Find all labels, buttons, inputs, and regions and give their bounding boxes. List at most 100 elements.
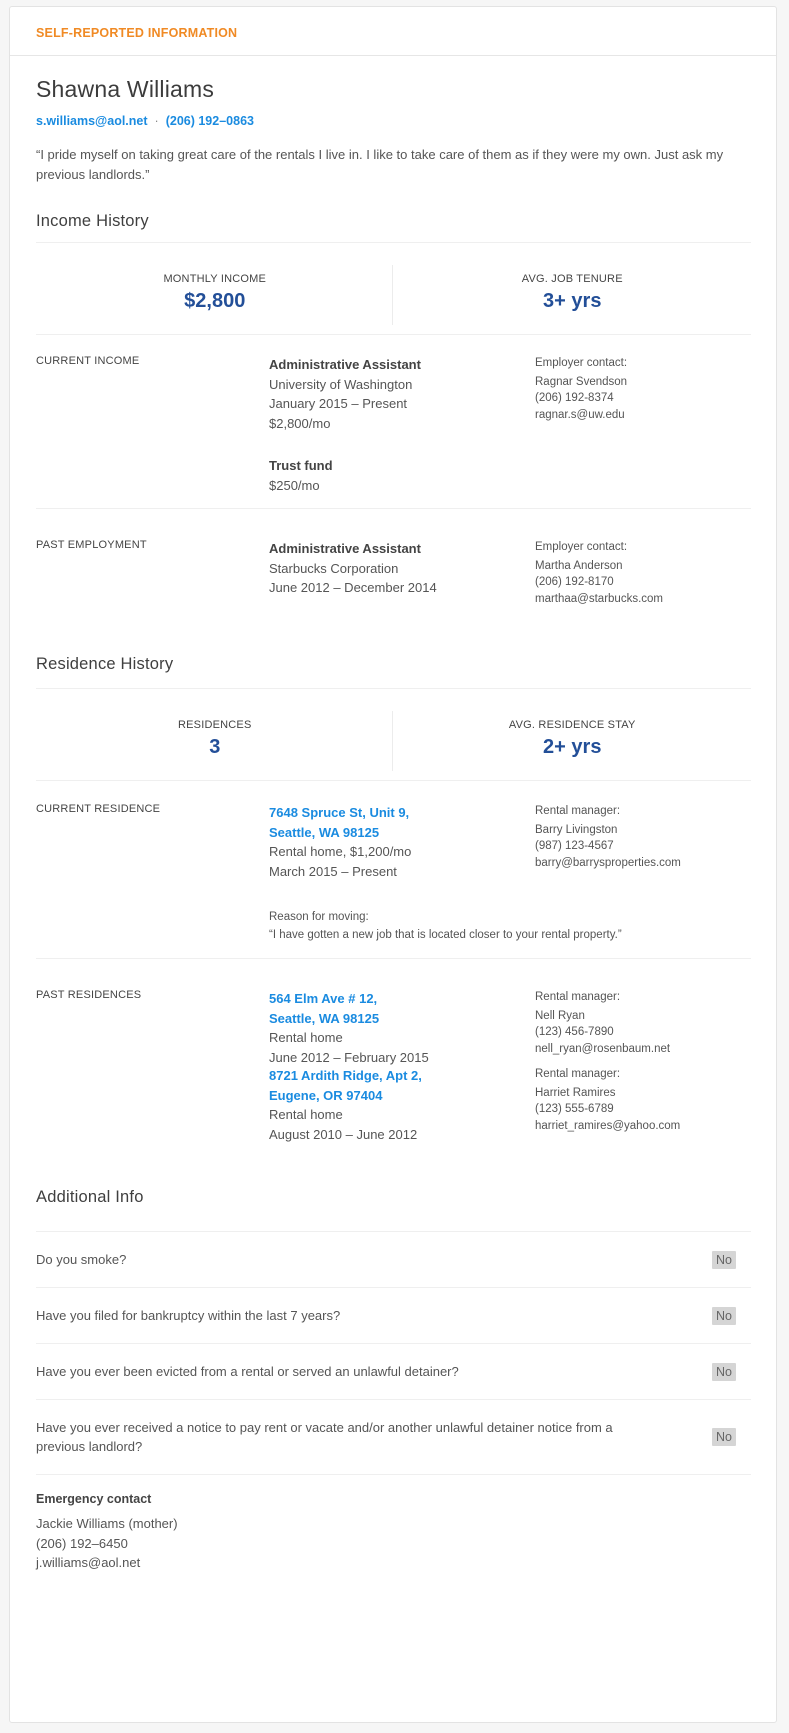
other-income-title: Trust fund: [269, 458, 333, 473]
manager-email: harriet_ramires@yahoo.com: [535, 1119, 681, 1132]
job-dates: January 2015 – Present: [269, 396, 408, 411]
question-text: Have you filed for bankruptcy within the…: [36, 1307, 341, 1323]
row-label: CURRENT INCOME: [36, 355, 140, 367]
stat-residences: RESIDENCES 3: [36, 689, 394, 780]
employer-contact: Employer contact: Martha Anderson (206) …: [535, 539, 663, 631]
address-link[interactable]: 7648 Spruce St, Unit 9,: [269, 803, 535, 823]
address-link[interactable]: Seattle, WA 98125: [269, 1009, 535, 1029]
address-link[interactable]: 8721 Ardith Ridge, Apt 2,: [269, 1066, 535, 1086]
residence-dates: August 2010 – June 2012: [269, 1126, 418, 1142]
past-employment-details: Administrative Assistant Starbucks Corpo…: [269, 539, 535, 631]
stat-divider: [392, 265, 393, 325]
applicant-phone-link[interactable]: (206) 192–0863: [166, 114, 254, 128]
answer-badge: No: [712, 1250, 736, 1269]
answer-badge: No: [712, 1362, 736, 1381]
question-text: Have you ever received a notice to pay r…: [36, 1419, 613, 1455]
question-row: Have you ever been evicted from a rental…: [36, 1344, 751, 1400]
applicant-contact: s.williams@aol.net · (206) 192–0863: [36, 114, 750, 130]
emergency-contact-title: Emergency contact: [36, 1492, 152, 1506]
manager-header: Rental manager:: [535, 805, 621, 817]
manager-email: barry@barrysproperties.com: [535, 856, 681, 869]
manager-name: Barry Livingston: [535, 823, 618, 836]
manager-phone: (123) 456-7890: [535, 1026, 614, 1038]
contact-email: ragnar.s@uw.edu: [535, 408, 625, 421]
reason-label: Reason for moving:: [269, 910, 369, 923]
residence-history-title: Residence History: [36, 655, 174, 673]
contact-phone: (206) 192-8374: [535, 392, 614, 404]
row-label: PAST RESIDENCES: [36, 989, 142, 1001]
stat-label: RESIDENCES: [177, 719, 252, 731]
reason-text: “I have gotten a new job that is located…: [269, 928, 622, 941]
self-reported-info-card: SELF-REPORTED INFORMATION Shawna William…: [9, 6, 777, 1723]
job-dates: June 2012 – December 2014: [269, 580, 437, 595]
current-income-details: Administrative Assistant University of W…: [269, 355, 535, 508]
current-income-row: CURRENT INCOME Administrative Assistant …: [36, 335, 751, 509]
applicant-email-link[interactable]: s.williams@aol.net: [36, 114, 148, 128]
employer-contact: Employer contact: Ragnar Svendson (206) …: [535, 355, 627, 508]
emergency-contact-email: j.williams@aol.net: [36, 1555, 141, 1570]
address-link[interactable]: Eugene, OR 97404: [269, 1086, 535, 1106]
contact-header: Employer contact:: [535, 541, 628, 553]
contact-name: Martha Anderson: [535, 559, 623, 572]
address-link[interactable]: 564 Elm Ave # 12,: [269, 989, 535, 1009]
stat-label: AVG. JOB TENURE: [521, 273, 623, 285]
past-residence-details: 8721 Ardith Ridge, Apt 2, Eugene, OR 974…: [269, 1066, 535, 1154]
stat-value: 2+ yrs: [543, 736, 602, 758]
manager-header: Rental manager:: [535, 991, 621, 1003]
contact-phone: (206) 192-8170: [535, 576, 614, 588]
question-row: Have you ever received a notice to pay r…: [36, 1400, 751, 1475]
residence-type: Rental home: [269, 1030, 343, 1045]
residence-stats: RESIDENCES 3 AVG. RESIDENCE STAY 2+ yrs: [36, 689, 751, 781]
row-label: PAST EMPLOYMENT: [36, 539, 147, 551]
row-label: CURRENT RESIDENCE: [36, 803, 161, 815]
residence-dates: March 2015 – Present: [269, 863, 397, 879]
reason-for-moving: Reason for moving: “I have gotten a new …: [269, 908, 749, 959]
address-link[interactable]: Seattle, WA 98125: [269, 823, 535, 843]
question-text: Do you smoke?: [36, 1251, 127, 1267]
past-residence-row: 8721 Ardith Ridge, Apt 2, Eugene, OR 974…: [36, 1054, 751, 1154]
job-title: Administrative Assistant: [269, 541, 421, 556]
card-header: SELF-REPORTED INFORMATION: [10, 7, 776, 56]
job-pay: $2,800/mo: [269, 415, 331, 431]
stat-value: 3: [209, 736, 221, 758]
stat-value: $2,800: [184, 290, 246, 312]
rental-manager: Rental manager: Barry Livingston (987) 1…: [535, 803, 681, 896]
manager-phone: (987) 123-4567: [535, 840, 614, 852]
income-stats: MONTHLY INCOME $2,800 AVG. JOB TENURE 3+…: [36, 243, 751, 335]
employer: University of Washington: [269, 376, 413, 392]
current-residence-row: CURRENT RESIDENCE 7648 Spruce St, Unit 9…: [36, 781, 751, 959]
stat-avg-residence-stay: AVG. RESIDENCE STAY 2+ yrs: [394, 689, 752, 780]
contact-email: marthaa@starbucks.com: [535, 592, 663, 605]
applicant-name: Shawna Williams: [36, 76, 215, 102]
additional-info-title: Additional Info: [36, 1188, 144, 1206]
row-label-empty: [36, 1066, 269, 1154]
emergency-contact-phone: (206) 192–6450: [36, 1535, 128, 1551]
past-residence-details: 564 Elm Ave # 12, Seattle, WA 98125 Rent…: [269, 989, 535, 1065]
stat-label: AVG. RESIDENCE STAY: [508, 719, 636, 731]
rental-manager: Rental manager: Harriet Ramires (123) 55…: [535, 1066, 680, 1154]
stat-label: MONTHLY INCOME: [163, 273, 267, 285]
manager-name: Nell Ryan: [535, 1009, 585, 1022]
question-row: Have you filed for bankruptcy within the…: [36, 1288, 751, 1344]
applicant-quote: “I pride myself on taking great care of …: [36, 147, 724, 182]
answer-badge: No: [712, 1428, 736, 1446]
stat-avg-job-tenure: AVG. JOB TENURE 3+ yrs: [394, 243, 752, 334]
employer: Starbucks Corporation: [269, 560, 399, 576]
stat-monthly-income: MONTHLY INCOME $2,800: [36, 243, 394, 334]
past-residence-row: PAST RESIDENCES 564 Elm Ave # 12, Seattl…: [36, 959, 751, 1065]
manager-phone: (123) 555-6789: [535, 1103, 614, 1115]
residence-type: Rental home: [269, 1107, 343, 1122]
question-row: Do you smoke? No: [36, 1232, 751, 1288]
card-header-label: SELF-REPORTED INFORMATION: [36, 26, 238, 40]
income-history-title: Income History: [36, 212, 149, 230]
past-employment-row: PAST EMPLOYMENT Administrative Assistant…: [36, 509, 751, 631]
contact-name: Ragnar Svendson: [535, 375, 628, 388]
emergency-contact: Emergency contact Jackie Williams (mothe…: [36, 1492, 750, 1573]
question-text: Have you ever been evicted from a rental…: [36, 1363, 459, 1379]
contact-header: Employer contact:: [535, 357, 628, 369]
contact-separator: ·: [154, 114, 159, 128]
emergency-contact-name: Jackie Williams (mother): [36, 1516, 178, 1531]
residence-type: Rental home, $1,200/mo: [269, 844, 412, 859]
manager-header: Rental manager:: [535, 1068, 621, 1080]
stat-divider: [392, 711, 393, 771]
